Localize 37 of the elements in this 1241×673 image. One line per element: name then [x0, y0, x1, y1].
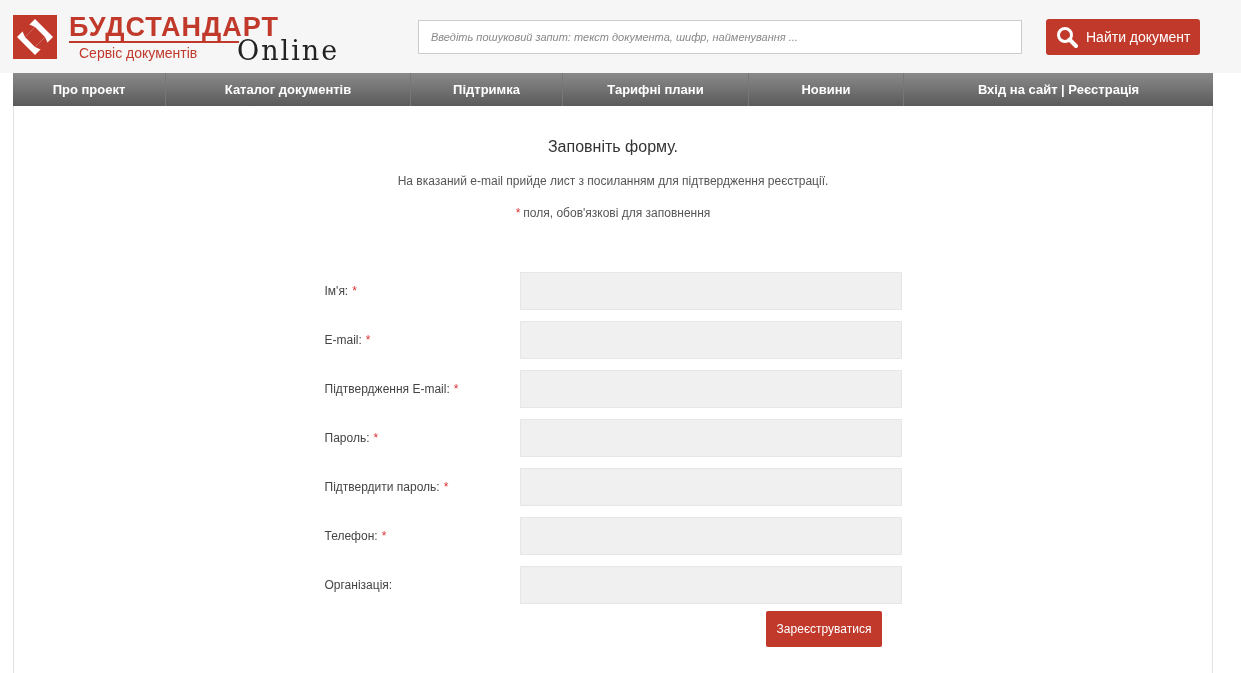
input-field[interactable] — [519, 566, 902, 604]
field-label: Підтвердження E-mail: — [324, 382, 450, 396]
search-icon — [1056, 25, 1078, 48]
nav-link[interactable]: Новини — [748, 73, 903, 106]
find-document-button[interactable]: Найти документ — [1046, 18, 1201, 55]
required-mark: * — [453, 382, 459, 396]
logo-icon — [13, 14, 57, 59]
field-label: E-mail: — [324, 333, 362, 347]
nav-link[interactable]: Вхід на сайт | Реєстрація — [903, 73, 1213, 106]
nav-link[interactable]: Підтримка — [410, 73, 562, 106]
required-mark: * — [352, 284, 357, 298]
input-field[interactable] — [519, 419, 902, 457]
required-mark: * — [365, 333, 371, 347]
required-mark: * — [381, 529, 387, 543]
register-button[interactable]: Зареєструватися — [765, 611, 883, 647]
logo-subtitle: Сервіс документів — [69, 40, 239, 61]
input-field[interactable] — [519, 321, 902, 359]
field-label: Телефон: — [324, 529, 378, 543]
field-label: Підтвердити пароль: — [324, 480, 440, 494]
field-label: Ім'я: — [324, 284, 349, 298]
input-field[interactable] — [519, 468, 902, 506]
required-mark: * — [443, 480, 449, 494]
nav-link[interactable]: Про проект — [13, 73, 165, 106]
nav-link[interactable]: Каталог документів — [165, 73, 410, 106]
input-field[interactable] — [519, 370, 902, 408]
input-field[interactable] — [519, 517, 902, 555]
form-title: Заповніть форму. — [547, 138, 679, 156]
field-label: Пароль: — [324, 431, 370, 445]
field-label: Організація: — [324, 578, 393, 592]
required-mark: * — [373, 431, 379, 445]
required-mark: * — [515, 206, 521, 220]
search-field[interactable]: Введіть пошуковий запит: текст документа, шифр, найменування ... — [418, 19, 1022, 54]
logo-title: БУДСТАНДАРТ — [69, 12, 279, 41]
info-text: На вказаний e-mail прийде лист з посиланням для підтвердження реєстрації. — [397, 174, 829, 188]
nav-link[interactable]: Тарифні плани — [562, 73, 748, 106]
input-field[interactable] — [519, 272, 902, 310]
required-note: поля, обов'язкові для заповнення — [523, 206, 711, 220]
